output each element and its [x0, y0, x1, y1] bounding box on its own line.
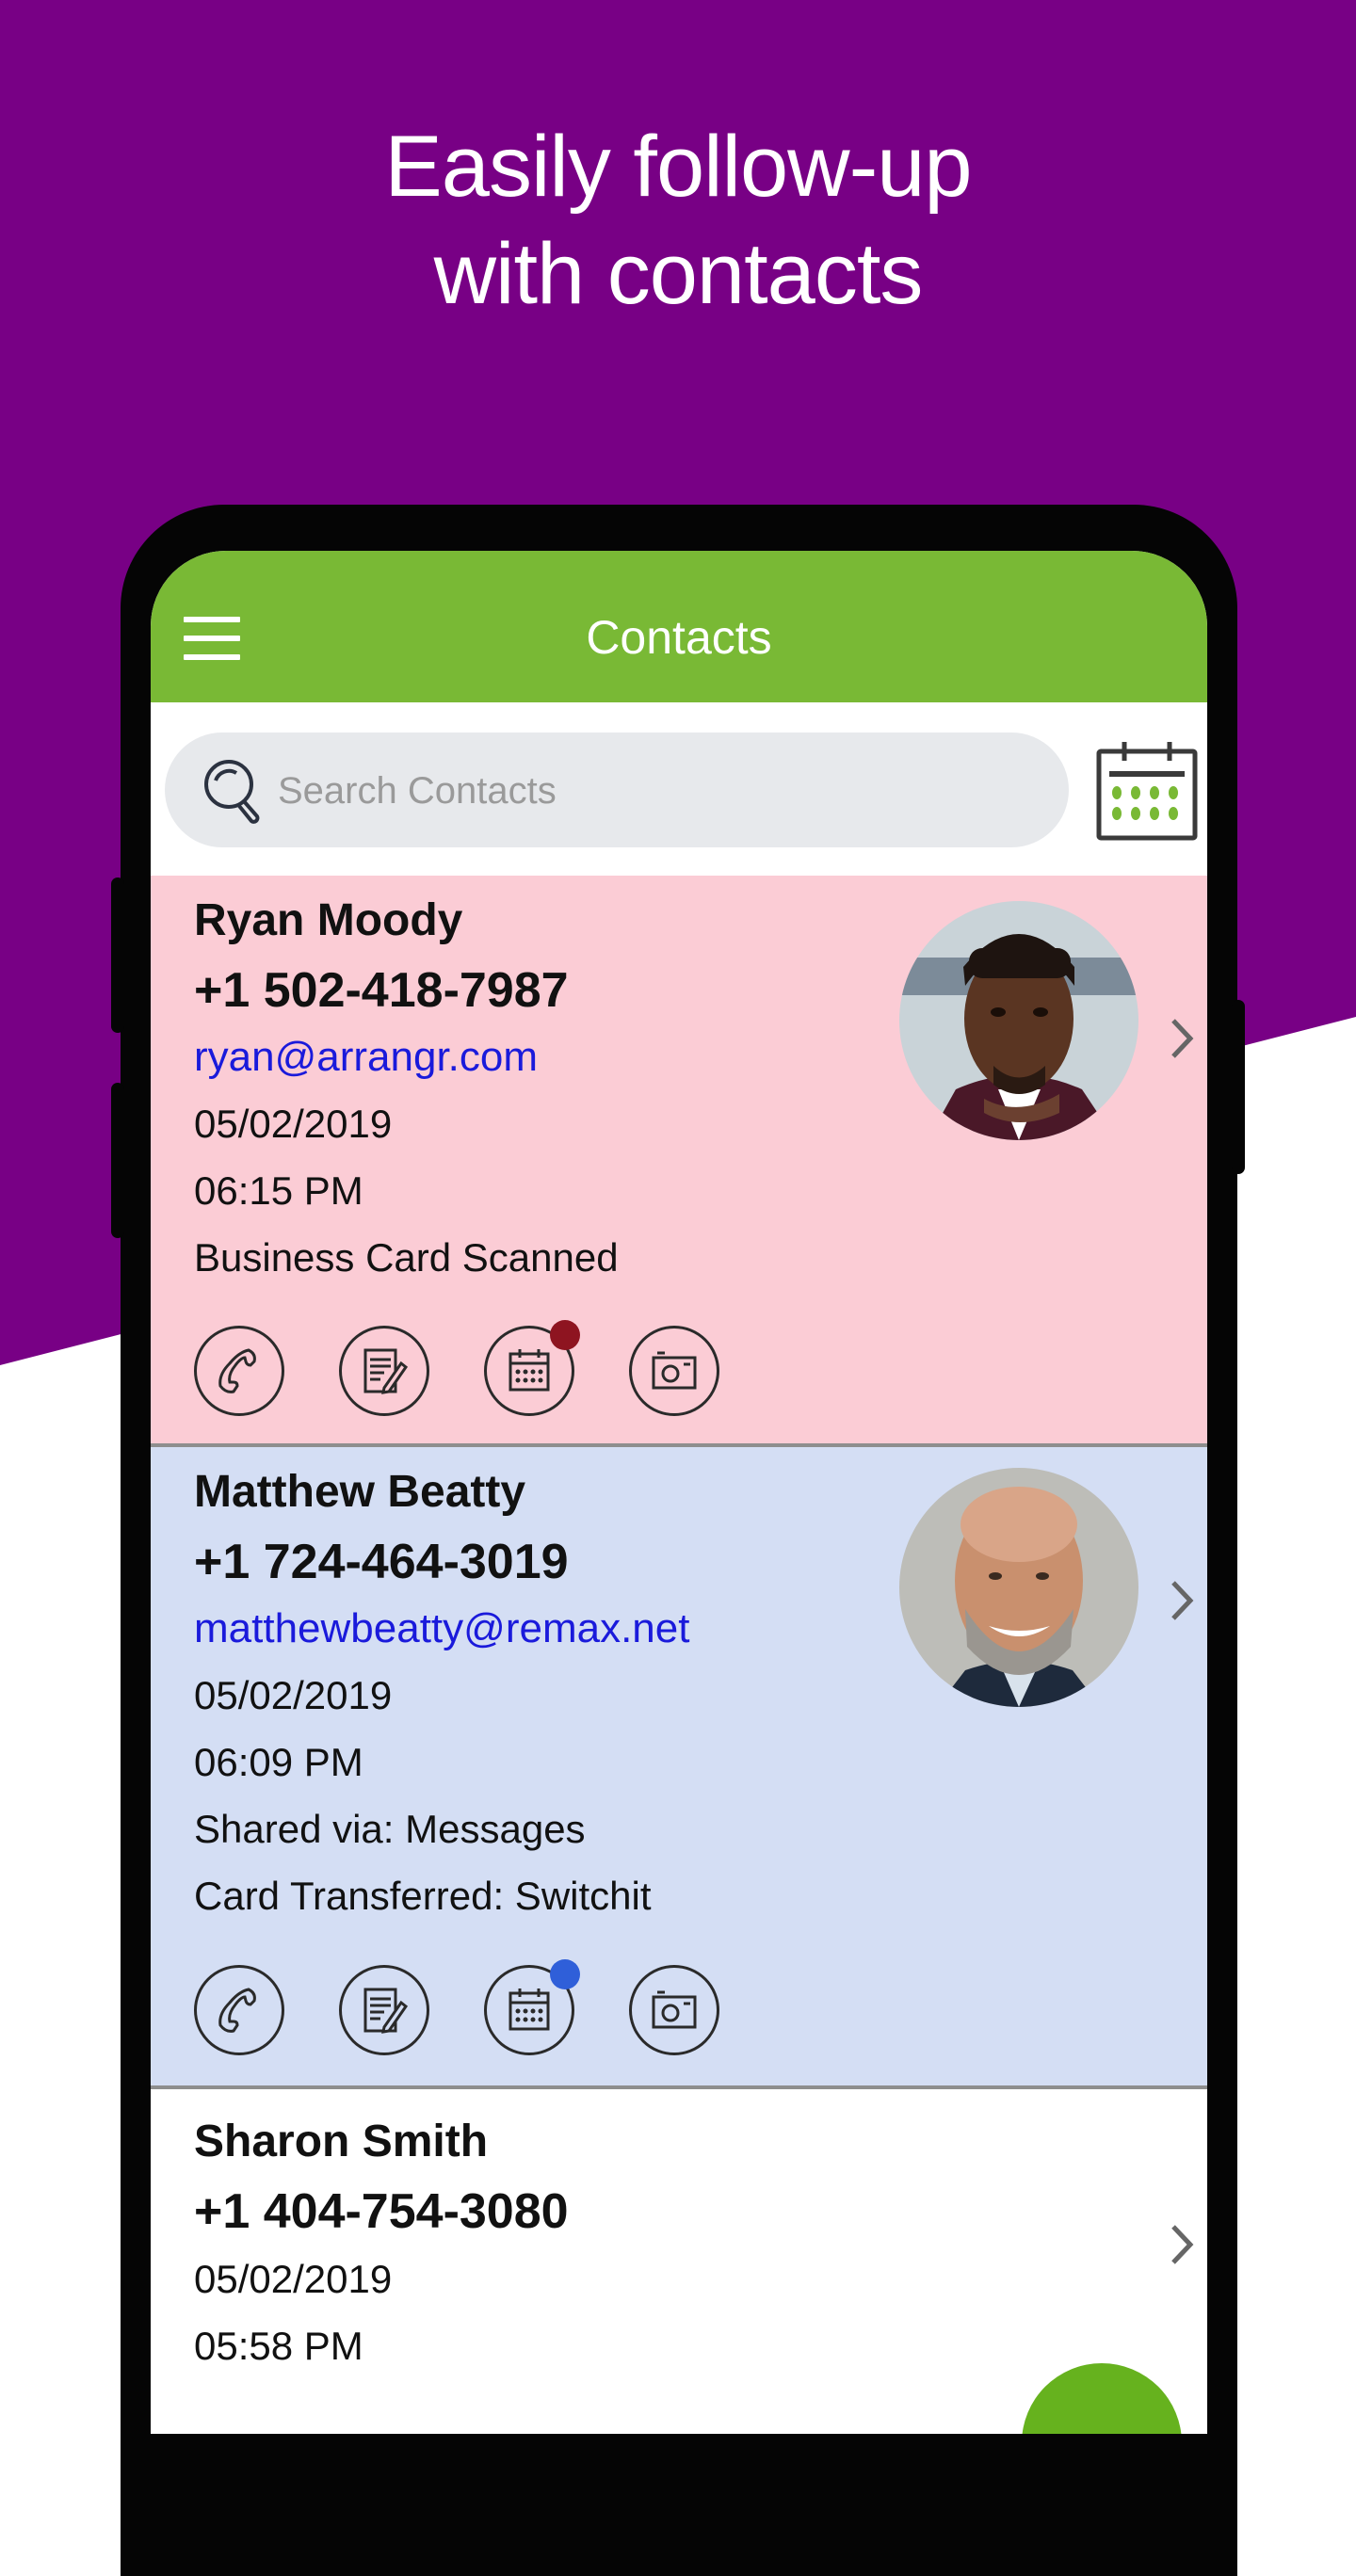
contact-card[interactable]: Matthew Beatty +1 724-464-3019 matthewbe… — [151, 1447, 1207, 2089]
calendar-icon — [508, 1988, 550, 2031]
calendar-badge — [550, 1320, 580, 1350]
page-title: Contacts — [586, 611, 772, 664]
contact-phone[interactable]: +1 724-464-3019 — [194, 1534, 569, 1590]
search-icon — [204, 760, 260, 824]
chevron-right-icon[interactable] — [1168, 1577, 1196, 1624]
contact-card[interactable]: Ryan Moody +1 502-418-7987 ryan@arrangr.… — [151, 876, 1207, 1447]
calendar-badge — [550, 1959, 580, 1989]
photo-button[interactable] — [629, 1965, 719, 2055]
notes-icon — [363, 1348, 409, 1394]
contact-note: Shared via: Messages — [194, 1807, 586, 1851]
chevron-right-icon[interactable] — [1168, 1015, 1196, 1062]
headline: Easily follow-up with contacts — [0, 113, 1356, 328]
notes-button[interactable] — [339, 1326, 429, 1416]
contact-name: Matthew Beatty — [194, 1467, 526, 1517]
notes-button[interactable] — [339, 1965, 429, 2055]
contact-phone[interactable]: +1 502-418-7987 — [194, 962, 569, 1019]
search-input[interactable] — [276, 761, 1033, 821]
contact-name: Sharon Smith — [194, 2117, 489, 2166]
contact-phone[interactable]: +1 404-754-3080 — [194, 2183, 569, 2240]
contact-note: Business Card Scanned — [194, 1235, 619, 1280]
contact-date: 05/02/2019 — [194, 2257, 393, 2301]
phone-icon — [218, 1348, 256, 1393]
call-button[interactable] — [194, 1965, 284, 2055]
contact-note: Card Transferred: Switchit — [194, 1874, 652, 1918]
contact-name: Ryan Moody — [194, 895, 463, 945]
phone-icon — [218, 1988, 256, 2033]
avatar — [899, 1468, 1138, 1707]
chevron-right-icon[interactable] — [1168, 2221, 1196, 2268]
app-bar: Contacts — [151, 551, 1207, 702]
phone-side-button-right — [1232, 1000, 1245, 1174]
camera-icon — [652, 1351, 697, 1390]
phone-screen: Contacts Ryan Moody — [151, 551, 1207, 2434]
search-bar[interactable] — [165, 733, 1069, 847]
search-row — [151, 702, 1207, 876]
contact-time: 06:15 PM — [194, 1168, 363, 1213]
headline-line-2: with contacts — [433, 226, 924, 322]
calendar-icon — [508, 1349, 550, 1392]
contact-email[interactable]: matthewbeatty@remax.net — [194, 1605, 689, 1652]
avatar — [899, 901, 1138, 1140]
contact-date: 05/02/2019 — [194, 1102, 393, 1146]
camera-icon — [652, 1990, 697, 2029]
phone-side-button-left-2 — [111, 1083, 124, 1238]
phone-side-button-left-1 — [111, 877, 124, 1033]
contact-time: 06:09 PM — [194, 1740, 363, 1784]
contact-date: 05/02/2019 — [194, 1673, 393, 1717]
call-button[interactable] — [194, 1326, 284, 1416]
contact-email[interactable]: ryan@arrangr.com — [194, 1034, 538, 1081]
calendar-icon[interactable] — [1096, 738, 1198, 842]
notes-icon — [363, 1988, 409, 2034]
contact-time: 05:58 PM — [194, 2324, 363, 2368]
photo-button[interactable] — [629, 1326, 719, 1416]
headline-line-1: Easily follow-up — [384, 119, 972, 215]
